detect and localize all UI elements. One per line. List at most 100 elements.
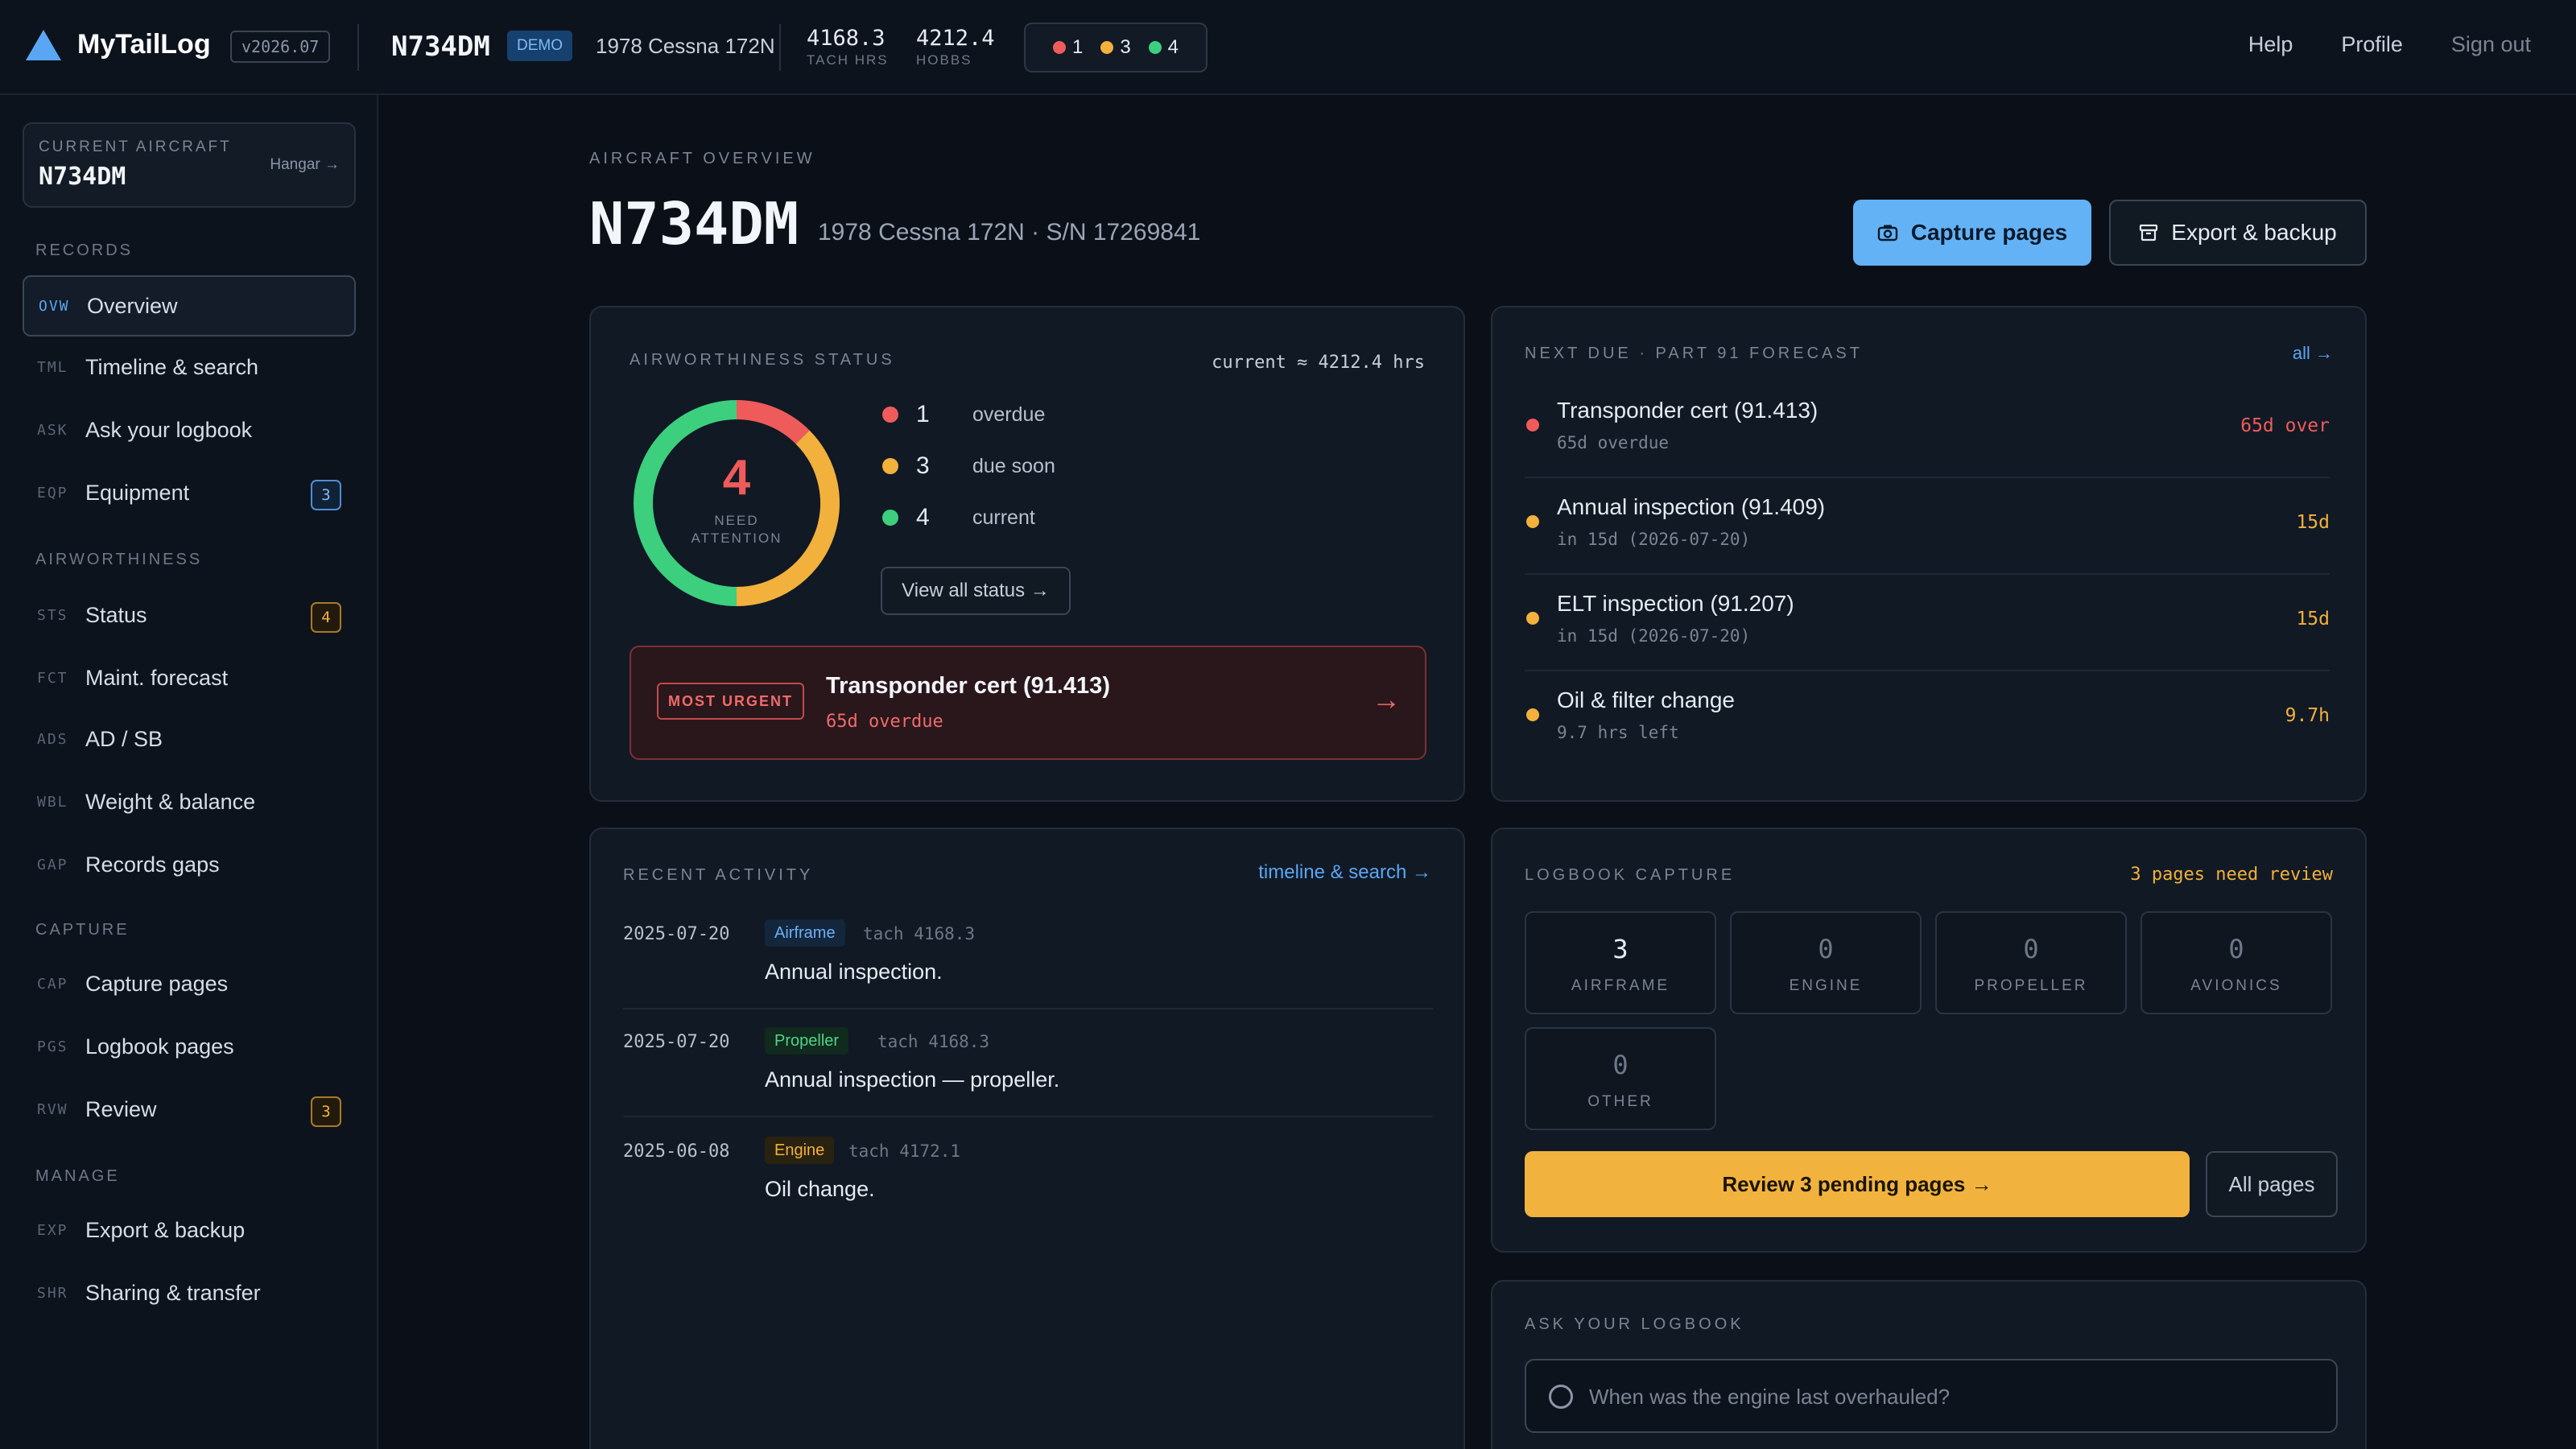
status-summary-pill[interactable]: 1 3 4 bbox=[1024, 23, 1208, 72]
attention-label: ATTENTION bbox=[691, 530, 782, 546]
due-item-title: Oil & filter change bbox=[1557, 687, 1735, 712]
sidebar-item-overview[interactable]: OVW Overview bbox=[23, 275, 356, 336]
nav-code: CAP bbox=[37, 975, 68, 993]
current-aircraft-card[interactable]: CURRENT AIRCRAFT N734DM Hangar → bbox=[23, 122, 356, 208]
capture-tile-propeller[interactable]: 0 PROPELLER bbox=[1935, 911, 2127, 1014]
sidebar-item-equipment[interactable]: EQP Equipment 3 bbox=[23, 462, 356, 523]
airworthiness-title: AIRWORTHINESS STATUS bbox=[630, 351, 895, 369]
nav-code: ASK bbox=[37, 421, 68, 439]
sidebar-item-review[interactable]: RVW Review 3 bbox=[23, 1079, 356, 1140]
ask-logbook-input[interactable] bbox=[1589, 1378, 2314, 1415]
help-link[interactable]: Help bbox=[2248, 32, 2293, 57]
activity-row[interactable]: 2025-06-08 Engine tach 4172.1 Oil change… bbox=[623, 1119, 1433, 1227]
ask-logbook-title: ASK YOUR LOGBOOK bbox=[1525, 1315, 1744, 1333]
overdue-dot-icon bbox=[1526, 419, 1539, 431]
donut-segment-overdue bbox=[736, 400, 810, 444]
sidebar-item-ad-sb[interactable]: ADS AD / SB bbox=[23, 708, 356, 770]
capture-tile-avionics[interactable]: 0 AVIONICS bbox=[2140, 911, 2332, 1014]
nav-code: SHR bbox=[37, 1284, 68, 1302]
due-item[interactable]: Oil & filter change 9.7 hrs left 9.7h bbox=[1525, 673, 2330, 768]
capture-tile-engine[interactable]: 0 ENGINE bbox=[1730, 911, 1922, 1014]
nav-code: EQP bbox=[37, 484, 68, 502]
current-count: 4 bbox=[1148, 36, 1179, 59]
nav-label: Timeline & search bbox=[85, 354, 259, 379]
capture-tile-other[interactable]: 0 OTHER bbox=[1525, 1027, 1716, 1130]
sidebar-item-weight-balance[interactable]: WBL Weight & balance bbox=[23, 771, 356, 832]
nav-label: AD / SB bbox=[85, 726, 163, 751]
sidebar-item-logbook-pages[interactable]: PGS Logbook pages bbox=[23, 1016, 356, 1077]
sidebar-item-capture-pages[interactable]: CAP Capture pages bbox=[23, 953, 356, 1014]
activity-row[interactable]: 2025-07-20 Propeller tach 4168.3 Annual … bbox=[623, 1009, 1433, 1117]
due-item-title: ELT inspection (91.207) bbox=[1557, 591, 1794, 616]
section-records: RECORDS bbox=[35, 242, 134, 259]
tail-number: N734DM bbox=[391, 31, 490, 63]
due-soon-dot-icon bbox=[882, 458, 898, 474]
due-item[interactable]: Annual inspection (91.409) in 15d (2026-… bbox=[1525, 480, 2330, 575]
version-badge: v2026.07 bbox=[230, 31, 331, 63]
nav-code: RVW bbox=[37, 1100, 68, 1118]
divider bbox=[779, 24, 781, 71]
due-item-sub: in 15d (2026-07-20) bbox=[1557, 530, 1751, 549]
ask-logbook-field[interactable] bbox=[1525, 1359, 2338, 1433]
tach-label: TACH HRS bbox=[807, 52, 889, 68]
review-pending-pages-button[interactable]: Review 3 pending pages → bbox=[1525, 1151, 2190, 1217]
activity-tag: Propeller bbox=[765, 1027, 849, 1055]
next-due-all-link[interactable]: all → bbox=[2293, 343, 2333, 364]
recent-activity-card: RECENT ACTIVITY timeline & search → 2025… bbox=[589, 828, 1465, 1449]
activity-date: 2025-06-08 bbox=[623, 1141, 730, 1162]
activity-tach: tach 4172.1 bbox=[848, 1141, 961, 1161]
due-item[interactable]: Transponder cert (91.413) 65d overdue 65… bbox=[1525, 383, 2330, 478]
due-item-title: Annual inspection (91.409) bbox=[1557, 494, 1826, 519]
overdue-dot-icon bbox=[1052, 41, 1066, 54]
tach-value: 4168.3 bbox=[807, 26, 886, 51]
export-backup-button[interactable]: Export & backup bbox=[2109, 200, 2367, 266]
app-logo[interactable]: MyTailLog bbox=[26, 29, 211, 60]
logbook-capture-title: LOGBOOK CAPTURE bbox=[1525, 866, 1736, 884]
status-donut: 4 NEED ATTENTION bbox=[630, 396, 844, 610]
activity-row[interactable]: 2025-07-20 Airframe tach 4168.3 Annual i… bbox=[623, 902, 1433, 1009]
sign-out-link[interactable]: Sign out bbox=[2451, 32, 2531, 57]
activity-tag: Engine bbox=[765, 1137, 835, 1164]
current-count-value: 4 bbox=[1167, 36, 1179, 58]
top-nav: Help Profile Sign out bbox=[2248, 32, 2531, 57]
due-item-title: Transponder cert (91.413) bbox=[1557, 398, 1818, 423]
sidebar-item-forecast[interactable]: FCT Maint. forecast bbox=[23, 647, 356, 708]
need-attention-label: NEED ATTENTION bbox=[630, 512, 844, 547]
tile-label: AVIONICS bbox=[2190, 977, 2282, 994]
current-hours: current ≈ 4212.4 hrs bbox=[1212, 353, 1425, 373]
legend-overdue: 1 overdue bbox=[882, 401, 1045, 428]
tile-count: 3 bbox=[1612, 934, 1629, 964]
most-urgent-item[interactable]: MOST URGENT Transponder cert (91.413) 65… bbox=[630, 646, 1426, 760]
next-due-card: NEXT DUE · PART 91 FORECAST all → Transp… bbox=[1491, 306, 2367, 802]
ask-logbook-card: ASK YOUR LOGBOOK bbox=[1491, 1280, 2367, 1449]
profile-link[interactable]: Profile bbox=[2341, 32, 2403, 57]
sidebar-item-timeline[interactable]: TML Timeline & search bbox=[23, 336, 356, 398]
capture-pages-button[interactable]: Capture pages bbox=[1853, 200, 2091, 266]
nav-label: Logbook pages bbox=[85, 1034, 234, 1059]
hobbs-label: HOBBS bbox=[916, 52, 972, 68]
search-circle-icon bbox=[1549, 1385, 1573, 1409]
hangar-link[interactable]: Hangar → bbox=[270, 156, 340, 174]
due-item[interactable]: ELT inspection (91.207) in 15d (2026-07-… bbox=[1525, 576, 2330, 671]
camera-icon bbox=[1877, 225, 1897, 242]
due-soon-dot-icon bbox=[1526, 612, 1539, 625]
nav-code: GAP bbox=[37, 856, 68, 873]
due-item-value: 15d bbox=[2296, 512, 2330, 533]
app-name: MyTailLog bbox=[77, 29, 211, 60]
view-all-status-button[interactable]: View all status → bbox=[881, 567, 1071, 615]
sidebar-item-ask[interactable]: ASK Ask your logbook bbox=[23, 399, 356, 460]
legend-count: 4 bbox=[916, 504, 930, 530]
due-soon-dot-icon bbox=[1526, 708, 1539, 721]
current-aircraft-tail: N734DM bbox=[39, 163, 126, 191]
logo-triangle-icon bbox=[26, 29, 61, 60]
sidebar-item-records-gaps[interactable]: GAP Records gaps bbox=[23, 834, 356, 895]
urgent-title: Transponder cert (91.413) bbox=[826, 673, 1110, 699]
all-pages-button[interactable]: All pages bbox=[2206, 1151, 2338, 1217]
timeline-search-link[interactable]: timeline & search → bbox=[1258, 861, 1431, 884]
most-urgent-badge: MOST URGENT bbox=[657, 683, 804, 720]
sidebar-item-status[interactable]: STS Status 4 bbox=[23, 584, 356, 646]
status-count-badge: 4 bbox=[311, 602, 341, 633]
sidebar-item-sharing[interactable]: SHR Sharing & transfer bbox=[23, 1262, 356, 1323]
sidebar-item-export[interactable]: EXP Export & backup bbox=[23, 1199, 356, 1261]
capture-tile-airframe[interactable]: 3 AIRFRAME bbox=[1525, 911, 1716, 1014]
